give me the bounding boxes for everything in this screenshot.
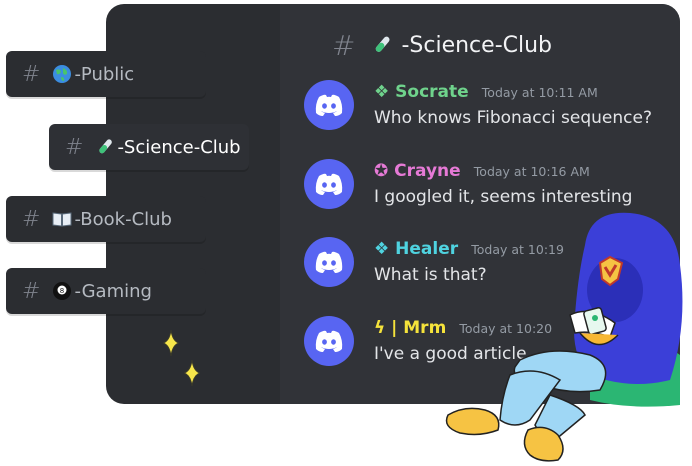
author-label: Crayne	[394, 161, 461, 181]
role-prefix: ✪	[374, 161, 389, 181]
discord-logo-icon	[315, 94, 343, 116]
hash-icon: #	[22, 278, 41, 304]
hash-icon: #	[65, 134, 84, 160]
channel-title: -Science-Club	[401, 32, 553, 58]
test-tube-icon	[99, 139, 113, 154]
avatar[interactable]	[304, 80, 354, 130]
sparkle-icon	[163, 330, 179, 356]
channel-item-gaming[interactable]: # 8 -Gaming	[6, 268, 206, 314]
character-illustration	[445, 212, 683, 462]
role-prefix: ❖	[374, 82, 390, 102]
timestamp: Today at 10:16 AM	[473, 164, 590, 179]
author-name[interactable]: ✪ Crayne	[374, 161, 461, 181]
channel-item-book-club[interactable]: # -Book-Club	[6, 196, 206, 242]
channel-item-science-club[interactable]: # -Science-Club	[49, 124, 249, 170]
book-icon	[52, 212, 72, 227]
channel-header: # -Science-Club	[332, 28, 553, 62]
svg-text:8: 8	[60, 287, 64, 295]
hash-icon: #	[22, 206, 41, 232]
message-meta: ❖ Socrate Today at 10:11 AM	[374, 82, 598, 102]
test-tube-icon	[376, 36, 390, 52]
sparkle-icon	[184, 360, 200, 386]
avatar[interactable]	[304, 159, 354, 209]
discord-logo-icon	[315, 173, 343, 195]
hash-icon: #	[332, 28, 356, 62]
role-prefix: ❖	[374, 239, 390, 259]
channel-label: -Gaming	[74, 280, 152, 302]
channel-item-public[interactable]: # -Public	[6, 51, 206, 97]
hash-icon: #	[22, 61, 41, 87]
timestamp: Today at 10:11 AM	[481, 85, 598, 100]
message-meta: ✪ Crayne Today at 10:16 AM	[374, 161, 590, 181]
role-prefix: ϟ |	[374, 318, 398, 338]
8-ball-icon: 8	[53, 282, 72, 300]
discord-logo-icon	[315, 251, 343, 273]
avatar[interactable]	[304, 237, 354, 287]
message-text: I googled it, seems interesting	[374, 187, 633, 207]
discord-logo-icon	[315, 330, 343, 352]
message-text: Who knows Fibonacci sequence?	[374, 108, 652, 128]
author-label: Socrate	[395, 82, 469, 102]
channel-label: -Science-Club	[117, 136, 241, 158]
globe-icon	[53, 65, 72, 83]
channel-label: -Public	[74, 63, 135, 85]
channel-label: -Book-Club	[74, 208, 172, 230]
author-name[interactable]: ❖ Socrate	[374, 82, 469, 102]
avatar[interactable]	[304, 316, 354, 366]
author-name[interactable]: ϟ | Mrm	[374, 318, 446, 338]
